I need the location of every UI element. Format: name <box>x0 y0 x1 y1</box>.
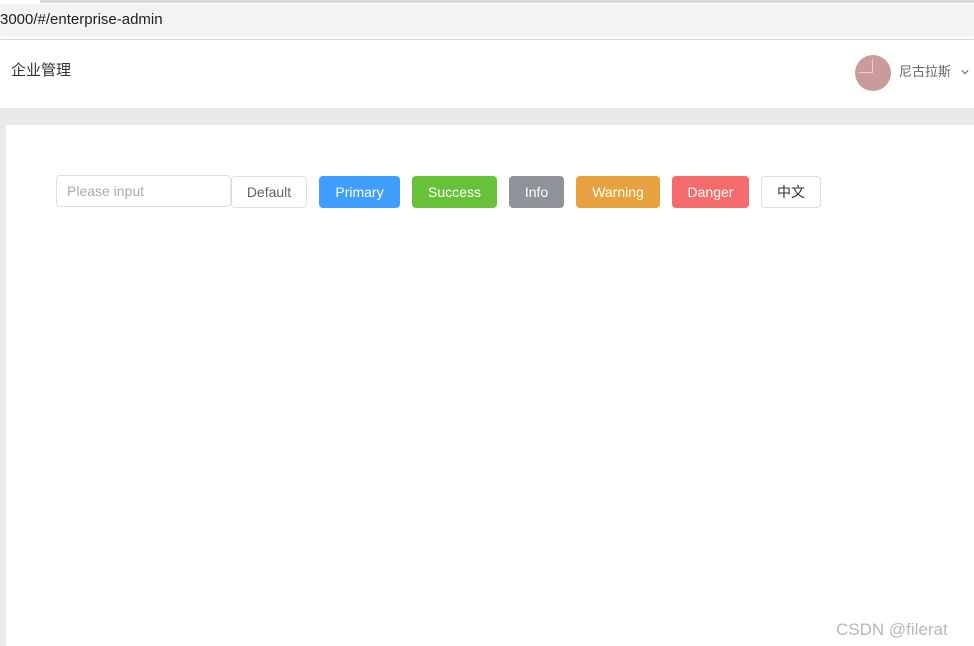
primary-button[interactable]: Primary <box>319 176 400 208</box>
success-button[interactable]: Success <box>412 176 497 208</box>
browser-top-strip <box>0 0 974 3</box>
avatar-image-icon <box>859 59 873 73</box>
tab-bar-edge <box>40 0 974 3</box>
address-bar[interactable]: 3000/#/enterprise-admin <box>0 4 974 36</box>
address-bar-url: 3000/#/enterprise-admin <box>0 11 163 28</box>
danger-button[interactable]: Danger <box>672 176 749 208</box>
default-button[interactable]: Default <box>231 176 307 208</box>
language-toggle-button[interactable]: 中文 <box>761 176 821 208</box>
user-name[interactable]: 尼古拉斯 <box>899 64 951 82</box>
page-title: 企业管理 <box>11 61 72 79</box>
search-input[interactable] <box>56 175 231 207</box>
info-button[interactable]: Info <box>509 176 564 208</box>
watermark: CSDN @filerat <box>836 620 948 639</box>
chevron-down-icon[interactable] <box>961 68 969 76</box>
warning-button[interactable]: Warning <box>576 176 660 208</box>
user-avatar[interactable] <box>855 55 891 91</box>
app-header: 企业管理 尼古拉斯 <box>0 40 974 108</box>
